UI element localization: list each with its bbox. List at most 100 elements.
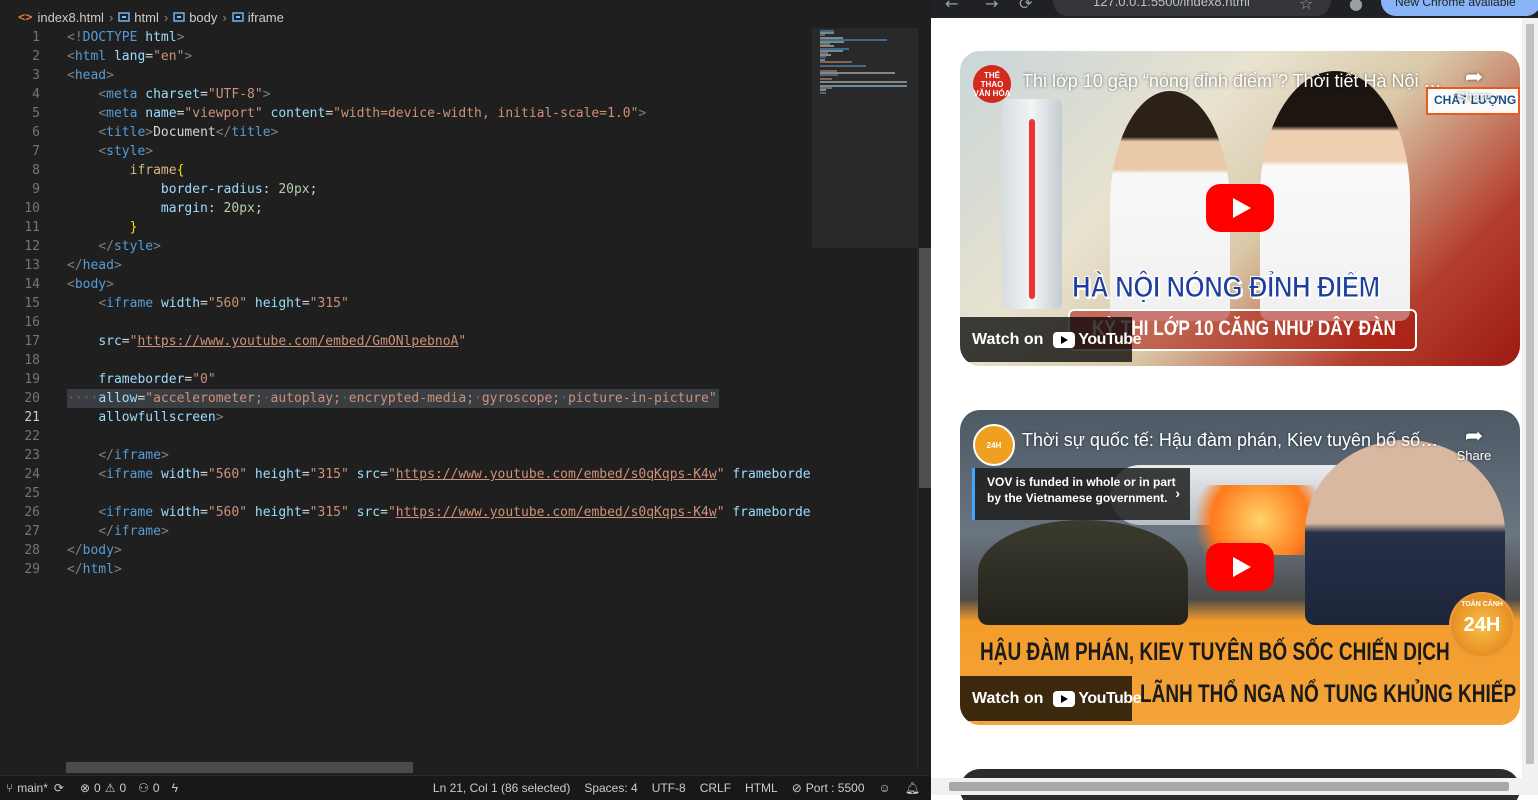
code-line[interactable]: 20 ····allow="accelerometer;·autoplay;·en…: [0, 389, 812, 408]
code-editor[interactable]: <> index8.html › html › body › iframe 1 <…: [0, 0, 932, 775]
page-vertical-scrollbar[interactable]: [1522, 18, 1538, 778]
code-line[interactable]: 28 </body>: [0, 541, 812, 560]
notifications-bell-icon[interactable]: 🔔︎: [905, 781, 920, 795]
channel-avatar[interactable]: THỂ THAO VĂN HÓA: [973, 65, 1011, 103]
chevron-right-icon: ›: [163, 9, 169, 25]
page-horizontal-scrollbar[interactable]: [931, 778, 1538, 795]
code-token: <: [67, 68, 75, 83]
code-line[interactable]: 26 <iframe width="560" height="315" src=…: [0, 503, 812, 522]
forward-icon[interactable]: →: [985, 0, 998, 13]
code-token: autoplay;: [270, 391, 341, 406]
code-line[interactable]: 18: [0, 351, 812, 370]
code-line[interactable]: 22: [0, 427, 812, 446]
code-token: "width=device-width, initial-scale=1.0": [333, 106, 639, 121]
scrollbar-thumb[interactable]: [1526, 24, 1534, 764]
code-line[interactable]: 27 </iframe>: [0, 522, 812, 541]
code-line[interactable]: 3 <head>: [0, 66, 812, 85]
code-line[interactable]: 10 margin: 20px;: [0, 199, 812, 218]
chrome-update-button[interactable]: New Chrome available: [1381, 0, 1538, 16]
code-line[interactable]: 25: [0, 484, 812, 503]
eol-status[interactable]: CRLF: [700, 781, 731, 795]
channel-avatar[interactable]: 24H: [973, 424, 1015, 466]
editor-vertical-scrollbar[interactable]: [917, 28, 932, 768]
breadcrumb-item-html[interactable]: html: [118, 10, 159, 25]
code-line[interactable]: 5 <meta name="viewport" content="width=d…: [0, 104, 812, 123]
code-token: html: [145, 30, 177, 45]
cursor-position[interactable]: Ln 21, Col 1 (86 selected): [433, 781, 570, 795]
code-line[interactable]: 21 allowfullscreen>: [0, 408, 812, 427]
watch-on-youtube-button[interactable]: Watch on YouTube: [960, 317, 1141, 362]
code-line[interactable]: 14 <body>: [0, 275, 812, 294]
profile-icon[interactable]: ●: [1349, 0, 1363, 13]
code-token: border-radius: [160, 182, 263, 197]
code-token: width: [160, 467, 201, 482]
watch-on-youtube-button[interactable]: Watch on YouTube: [960, 676, 1141, 721]
code-line[interactable]: 6 <title>Document</title>: [0, 123, 812, 142]
code-line[interactable]: 1 <!DOCTYPE html>: [0, 28, 812, 47]
share-button[interactable]: ➦ Share: [1444, 64, 1504, 105]
share-icon: ➦: [1464, 64, 1484, 89]
language-mode[interactable]: HTML: [745, 781, 778, 795]
code-line[interactable]: 29 </html>: [0, 560, 812, 579]
code-line[interactable]: 7 <style>: [0, 142, 812, 161]
code-line[interactable]: 12 </style>: [0, 237, 812, 256]
problems-status[interactable]: ⊗ 0 ⚠ 0: [80, 781, 126, 795]
live-server-status[interactable]: ⊘ Port : 5500: [792, 781, 865, 795]
play-button[interactable]: [1206, 184, 1274, 232]
minimap-line: [820, 85, 908, 87]
code-line[interactable]: 23 </iframe>: [0, 446, 812, 465]
youtube-logo: YouTube: [1053, 331, 1141, 349]
code-line[interactable]: 4 <meta charset="UTF-8">: [0, 85, 812, 104]
code-line[interactable]: 9 border-radius: 20px;: [0, 180, 812, 199]
scrollbar-thumb[interactable]: [949, 782, 1509, 791]
code-token: </: [67, 543, 83, 558]
bolt-status[interactable]: ϟ: [172, 781, 182, 795]
code-token: =: [200, 467, 208, 482]
youtube-embed-2[interactable]: 24H Thời sự quốc tế: Hậu đàm phán, Kiev …: [960, 410, 1520, 725]
branch-status[interactable]: ⑂ main* ⟳: [6, 781, 68, 795]
back-icon[interactable]: ←: [945, 0, 958, 13]
ports-status[interactable]: ⚇ 0: [138, 781, 159, 795]
breadcrumb-item-body[interactable]: body: [173, 10, 217, 25]
minimap[interactable]: [812, 28, 917, 768]
warning-count: 0: [119, 781, 127, 795]
scrollbar-thumb[interactable]: [919, 248, 931, 488]
line-number: 16: [24, 315, 40, 330]
funding-notice[interactable]: VOV is funded in whole or in part by the…: [972, 468, 1190, 520]
code-token: </: [98, 448, 114, 463]
indentation-status[interactable]: Spaces: 4: [584, 781, 637, 795]
code-line[interactable]: 17 src= "https://www.youtube.com/embed/Gm…: [0, 332, 812, 351]
line-number: 3: [32, 68, 40, 83]
code-line[interactable]: 24 <iframe width="560" height="315" src=…: [0, 465, 812, 484]
bookmark-star-icon[interactable]: ☆: [1299, 0, 1313, 13]
code-line[interactable]: 8 iframe{: [0, 161, 812, 180]
address-bar[interactable]: 127.0.0.1:5500/index8.html: [1053, 0, 1331, 16]
youtube-embed-1[interactable]: CHẤT LƯỢNG THỂ THAO VĂN HÓA Thi lớp 10 g…: [960, 51, 1520, 366]
line-number: 23: [24, 448, 40, 463]
breadcrumb-file[interactable]: <> index8.html: [18, 10, 104, 25]
code-token: src: [98, 334, 122, 349]
breadcrumb-item-iframe[interactable]: iframe: [232, 10, 284, 25]
video-title[interactable]: Thời sự quốc tế: Hậu đàm phán, Kiev tuyê…: [1022, 430, 1442, 451]
code-text: <html lang="en">: [67, 47, 192, 66]
code-line[interactable]: 2 <html lang="en">: [0, 47, 812, 66]
code-line[interactable]: 15 <iframe width="560" height="315": [0, 294, 812, 313]
code-text: </style>: [67, 237, 161, 256]
copilot-icon[interactable]: ☺: [879, 781, 891, 795]
encoding-status[interactable]: UTF-8: [652, 781, 686, 795]
line-number: 25: [24, 486, 40, 501]
reload-icon[interactable]: ⟳: [1019, 0, 1032, 13]
code-token: ;: [254, 201, 263, 216]
code-area[interactable]: 1 <!DOCTYPE html> 2 <html lang="en"> 3 <head>…: [0, 28, 812, 768]
code-line[interactable]: 19 frameborder="0": [0, 370, 812, 389]
broadcast-icon: ⚇: [138, 781, 149, 795]
editor-horizontal-scrollbar[interactable]: [66, 762, 413, 773]
code-line[interactable]: 16: [0, 313, 812, 332]
code-line[interactable]: 11 }: [0, 218, 812, 237]
code-line[interactable]: 13 </head>: [0, 256, 812, 275]
video-title[interactable]: Thi lớp 10 gặp “nóng đỉnh điểm”? Thời ti…: [1022, 71, 1442, 92]
share-button[interactable]: ➦ Share: [1444, 424, 1504, 464]
play-button[interactable]: [1206, 543, 1274, 591]
